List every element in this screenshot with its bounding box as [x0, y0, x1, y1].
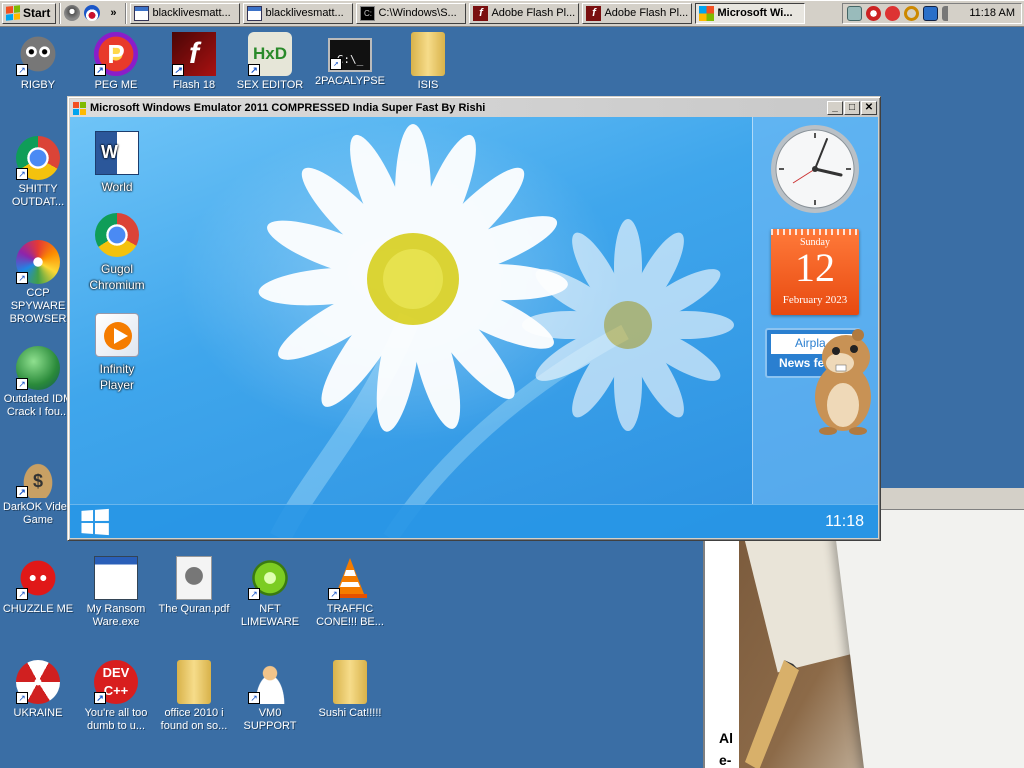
network-icon[interactable] [847, 5, 863, 21]
emulator-window[interactable]: Microsoft Windows Emulator 2011 COMPRESS… [67, 96, 881, 541]
desktop-icon[interactable]: ↗ Outdated IDM Crack I fou... [0, 346, 76, 419]
emulator-title: Microsoft Windows Emulator 2011 COMPRESS… [90, 102, 486, 114]
radiation-icon: ↗ [16, 660, 60, 704]
desktop-icon[interactable]: The Quran.pdf [156, 556, 232, 616]
media-player-icon [95, 313, 139, 357]
flash-icon: f ↗ [172, 32, 216, 76]
window-icon [134, 5, 150, 21]
desktop-icon[interactable]: ↗ RIGBY [0, 32, 76, 92]
analog-clock-gadget[interactable] [769, 123, 861, 215]
taskbar-separator [59, 2, 62, 24]
maximize-button[interactable]: □ [844, 101, 860, 115]
taskbar-task[interactable]: f Adobe Flash Pl... [582, 2, 693, 24]
desktop-icon[interactable]: $ ↗ DarkOK Video Game [0, 454, 76, 527]
background-text: Al [719, 730, 733, 746]
desktop-icon[interactable]: P ↗ PEG ME [78, 32, 154, 92]
emulator-icon[interactable]: Gugol Chromium [80, 213, 154, 293]
folder-icon [177, 660, 211, 704]
obama-logo-icon[interactable] [84, 5, 101, 21]
money-bag-icon: $ ↗ [16, 454, 60, 498]
background-photo [739, 510, 1024, 768]
system-tray: 11:18 AM [842, 2, 1022, 24]
security-shield-icon[interactable] [866, 5, 882, 21]
taskbar-task[interactable]: C: C:\Windows\S... [356, 2, 467, 24]
desktop-icon[interactable]: ↗ CCP SPYWARE BROWSER [0, 240, 76, 326]
window-icon [247, 5, 263, 21]
emulator-clock[interactable]: 11:18 [825, 513, 864, 531]
windows-flag-icon [699, 5, 715, 21]
desktop-icon[interactable]: ↗ TRAFFIC CONE!!! BE... [312, 556, 388, 629]
start-label: Start [23, 6, 51, 20]
desktop-icon[interactable]: f ↗ Flash 18 [156, 32, 232, 92]
close-button[interactable]: ✕ [861, 101, 877, 115]
emulator-titlebar[interactable]: Microsoft Windows Emulator 2011 COMPRESS… [70, 99, 878, 117]
cmd-icon: C: [360, 5, 376, 21]
taskbar-task[interactable]: blacklivesmatt... [243, 2, 354, 24]
search-icon[interactable] [904, 5, 920, 21]
taskbar-task[interactable]: blacklivesmatt... [130, 2, 241, 24]
chrome-icon: ↗ [16, 136, 60, 180]
desktop-icon[interactable]: My Ransom Ware.exe [78, 556, 154, 629]
gadgets-sidebar: Sunday 12 February 2023 Airpla News fee [752, 117, 878, 504]
desktop-icon[interactable]: ↗ VM0 SUPPORT [232, 660, 308, 733]
taskbar-task-active[interactable]: Microsoft Wi... [695, 2, 806, 24]
peggle-icon: P ↗ [94, 32, 138, 76]
desktop-icon[interactable]: ↗ UKRAINE [0, 660, 76, 720]
traffic-cone-icon: ↗ [328, 556, 372, 600]
lime-icon: ↗ [248, 556, 292, 600]
hamster-mascot-icon [815, 329, 871, 435]
dev-cpp-icon: DEV C++ ↗ [94, 660, 138, 704]
emulator-icon[interactable]: W World [80, 131, 154, 195]
taskbar-separator [125, 2, 128, 24]
windows-logo-icon [6, 5, 20, 21]
emulated-screen[interactable]: W World Gugol Chromium Infinity Player S… [70, 117, 878, 538]
emulator-icon[interactable]: Infinity Player [80, 313, 154, 393]
chromium-icon [95, 213, 139, 257]
raccoon-icon[interactable] [64, 5, 81, 21]
desktop-icon[interactable]: C:\_ ↗ 2PACALYPSE [312, 32, 388, 88]
desktop-icon[interactable]: office 2010 i found on so... [156, 660, 232, 733]
display-icon[interactable] [923, 5, 939, 21]
calendar-day-number: 12 [795, 245, 835, 290]
chuzzle-icon: ↗ [16, 556, 60, 600]
calendar-month-year: February 2023 [782, 294, 848, 306]
pinwheel-icon: ↗ [16, 240, 60, 284]
desktop-icon[interactable]: ISIS [390, 32, 466, 92]
word-icon: W [95, 131, 139, 175]
minimize-button[interactable]: _ [827, 101, 843, 115]
folder-icon [333, 660, 367, 704]
support-person-icon: ↗ [248, 660, 292, 704]
desktop-icon[interactable]: ↗ CHUZZLE ME [0, 556, 76, 616]
hex-editor-icon: HxD ↗ [248, 32, 292, 76]
terminal-icon: C:\_ ↗ [328, 38, 372, 72]
volume-icon[interactable] [942, 5, 958, 21]
taskbar-clock[interactable]: 11:18 AM [969, 7, 1015, 19]
quick-launch [64, 5, 101, 21]
calendar-rings [771, 229, 859, 235]
globe-download-icon: ↗ [16, 346, 60, 390]
desktop-icon[interactable]: ↗ NFT LIMEWARE [232, 556, 308, 629]
emulator-taskbar: 11:18 [70, 504, 878, 538]
flash-icon: f [586, 5, 602, 21]
raccoon-icon: ↗ [16, 32, 60, 76]
desktop-icon[interactable]: ↗ SHITTY OUTDAT... [0, 136, 76, 209]
desktop-icon[interactable]: HxD ↗ SEX EDITOR [232, 32, 308, 92]
quick-launch-chevron[interactable]: » [110, 7, 116, 19]
stop-icon[interactable] [885, 5, 901, 21]
folder-icon [411, 32, 445, 76]
start-button[interactable]: Start [2, 2, 57, 24]
windows8-start-icon[interactable] [81, 508, 109, 535]
desktop-icon[interactable]: DEV C++ ↗ You're all too dumb to u... [78, 660, 154, 733]
taskbar: Start » blacklivesmatt... blacklivesmatt… [0, 0, 1024, 27]
paper-sheet [832, 510, 1024, 768]
flash-icon: f [473, 5, 489, 21]
program-window-icon [94, 556, 138, 600]
raccoon-doc-icon [176, 556, 212, 600]
desktop-icon[interactable]: Sushi Cat!!!!! [312, 660, 388, 720]
taskbar-task[interactable]: f Adobe Flash Pl... [469, 2, 580, 24]
pencil-icon [745, 660, 799, 768]
calendar-gadget[interactable]: Sunday 12 February 2023 [771, 229, 859, 315]
windows-flag-icon [73, 101, 86, 115]
background-text: e- [719, 752, 732, 768]
